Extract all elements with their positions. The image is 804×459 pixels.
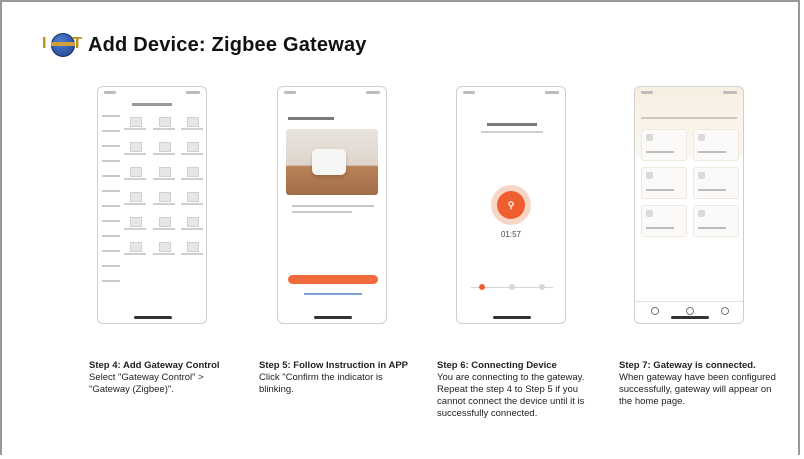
page-title: Add Device: Zigbee Gateway — [88, 33, 367, 56]
status-bar — [104, 91, 200, 97]
step5-title: Step 5: Follow Instruction in APP — [259, 360, 409, 371]
confirm-indicator-button[interactable] — [288, 275, 378, 284]
iot-logo-icon: I T — [42, 31, 82, 59]
device-grid — [122, 117, 204, 258]
step5-body: Click "Confirm the indicator is blinking… — [259, 372, 383, 395]
device-card[interactable] — [693, 129, 739, 161]
progress-step-dot — [479, 284, 485, 290]
home-indicator — [493, 316, 531, 319]
countdown-timer: 01:57 — [500, 230, 522, 239]
step6-title: Step 6: Connecting Device — [437, 360, 557, 371]
status-bar — [641, 91, 737, 97]
gateway-device-image — [312, 149, 346, 175]
room-tabs — [641, 117, 737, 119]
step4-caption: Step 4: Add Gateway Control Select "Gate… — [89, 360, 239, 396]
connecting-title — [487, 123, 537, 126]
device-card[interactable] — [641, 129, 687, 161]
logo-letter-left: I — [42, 35, 47, 52]
status-bar — [463, 91, 559, 97]
phone-screenshot-step5 — [277, 86, 387, 324]
device-card[interactable] — [641, 205, 687, 237]
step7-title: Step 7: Gateway is connected. — [619, 360, 756, 371]
step5-caption: Step 5: Follow Instruction in APP Click … — [259, 360, 419, 396]
home-indicator — [314, 316, 352, 319]
reset-help-link[interactable] — [304, 293, 362, 295]
step7-body: When gateway have been configured succes… — [619, 372, 776, 407]
instruction-text — [292, 205, 374, 207]
step6-caption: Step 6: Connecting Device You are connec… — [437, 360, 609, 420]
device-card[interactable] — [641, 167, 687, 199]
phone-screenshot-step4 — [97, 86, 207, 324]
home-indicator — [134, 316, 172, 319]
phone-screenshot-step7 — [634, 86, 744, 324]
step4-title: Step 4: Add Gateway Control — [89, 360, 220, 371]
scene-tab-icon[interactable] — [686, 307, 694, 315]
home-tab-icon[interactable] — [651, 307, 659, 315]
step6-body: You are connecting to the gateway. Repea… — [437, 372, 585, 419]
slide-header: I T Add Device: Zigbee Gateway — [42, 30, 367, 60]
home-indicator — [671, 316, 709, 319]
reset-device-title — [288, 117, 334, 120]
device-card[interactable] — [693, 205, 739, 237]
category-sidebar — [102, 115, 120, 295]
connecting-subtitle — [481, 131, 543, 133]
progress-step-dot — [509, 284, 515, 290]
bottom-nav — [635, 301, 743, 302]
logo-letter-right: T — [72, 35, 82, 52]
device-card[interactable] — [693, 167, 739, 199]
profile-tab-icon[interactable] — [721, 307, 729, 315]
status-bar — [284, 91, 380, 97]
instruction-text — [292, 211, 352, 213]
add-device-header — [98, 101, 206, 111]
search-icon: ⚲ — [497, 191, 525, 219]
progress-step-dot — [539, 284, 545, 290]
step4-body: Select "Gateway Control" > "Gateway (Zig… — [89, 372, 204, 395]
step7-caption: Step 7: Gateway is connected. When gatew… — [619, 360, 779, 408]
phone-screenshot-step6: ⚲ 01:57 — [456, 86, 566, 324]
